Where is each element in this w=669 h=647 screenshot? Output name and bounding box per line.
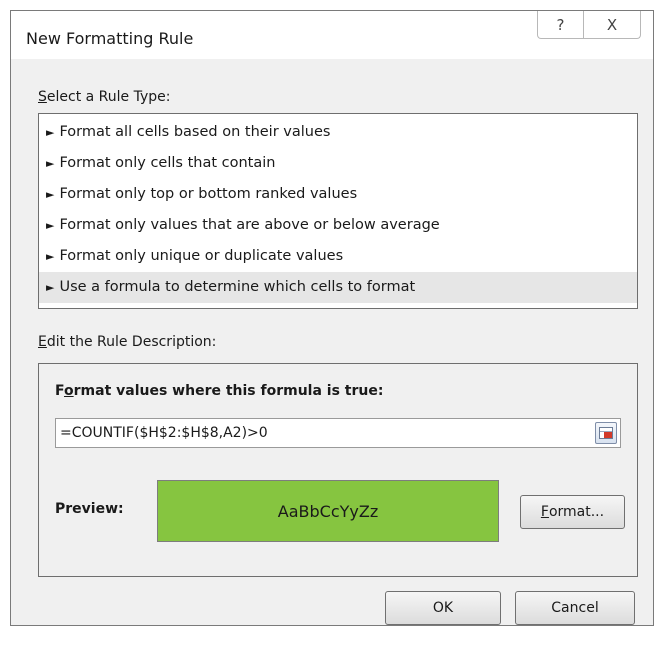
formula-input[interactable]: [56, 419, 594, 447]
help-button[interactable]: ?: [537, 11, 584, 39]
range-select-marker: [604, 432, 612, 438]
formula-label: Format values where this formula is true…: [55, 383, 384, 399]
bullet-icon: ►: [46, 250, 55, 263]
edit-rule-description-label: Edit the Rule Description:: [38, 334, 217, 350]
help-icon: ?: [556, 15, 565, 34]
format-preview: AaBbCcYyZz: [157, 480, 499, 542]
formula-field: [55, 418, 621, 448]
select-rule-type-label: Select a Rule Type:: [38, 89, 171, 105]
rule-description-panel: Format values where this formula is true…: [38, 363, 638, 577]
title-bar: New Formatting Rule ? X: [11, 11, 653, 59]
cancel-button[interactable]: Cancel: [515, 591, 635, 625]
bullet-icon: ►: [46, 188, 55, 201]
ok-button[interactable]: OK: [385, 591, 501, 625]
rule-type-item-selected[interactable]: ► Use a formula to determine which cells …: [39, 272, 637, 303]
bullet-icon: ►: [46, 157, 55, 170]
dialog-title: New Formatting Rule: [26, 29, 194, 48]
bullet-icon: ►: [46, 281, 55, 294]
rule-type-list[interactable]: ► Format all cells based on their values …: [38, 113, 638, 309]
new-formatting-rule-dialog: New Formatting Rule ? X Select a Rule Ty…: [10, 10, 654, 626]
close-button[interactable]: X: [583, 11, 641, 39]
close-icon: X: [606, 15, 618, 34]
rule-type-item[interactable]: ► Format all cells based on their values: [39, 117, 637, 148]
rule-type-item[interactable]: ► Format only unique or duplicate values: [39, 241, 637, 272]
format-button[interactable]: Format...: [520, 495, 625, 529]
preview-sample-text: AaBbCcYyZz: [277, 501, 379, 521]
bullet-icon: ►: [46, 126, 55, 139]
rule-type-item[interactable]: ► Format only top or bottom ranked values: [39, 179, 637, 210]
rule-type-item[interactable]: ► Format only cells that contain: [39, 148, 637, 179]
rule-type-item[interactable]: ► Format only values that are above or be…: [39, 210, 637, 241]
bullet-icon: ►: [46, 219, 55, 232]
collapse-dialog-button[interactable]: [595, 422, 617, 444]
preview-label: Preview:: [55, 501, 124, 517]
